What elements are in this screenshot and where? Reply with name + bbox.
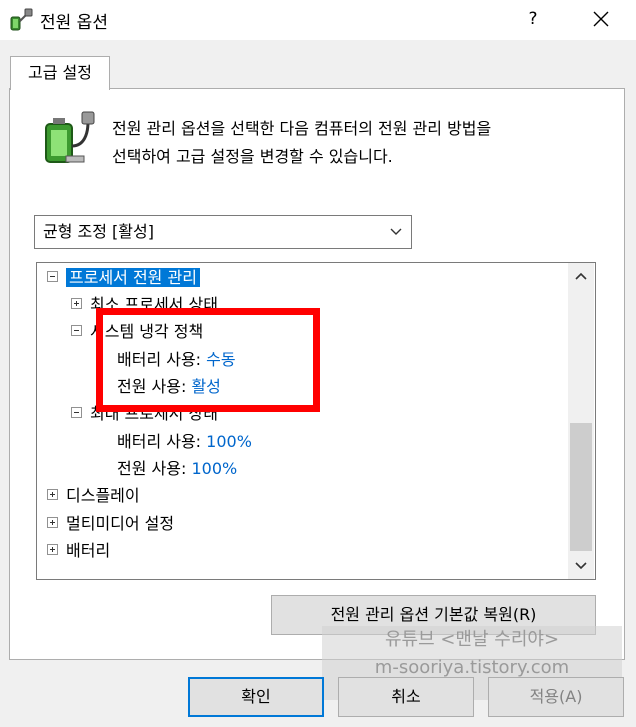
watermark-line-1: 유튜브 <맨날 수리야>	[384, 629, 560, 650]
tree-item-battery[interactable]: 배터리	[47, 538, 110, 564]
tree-item-max-battery[interactable]: 배터리 사용: 100%	[117, 429, 252, 455]
tab-advanced-settings[interactable]: 고급 설정	[10, 56, 110, 90]
expand-icon[interactable]	[47, 544, 58, 555]
tree-item-processor[interactable]: 프로세서 전원 관리	[47, 265, 200, 291]
chevron-down-icon	[390, 228, 402, 235]
description-text: 전원 관리 옵션을 선택한 다음 컴퓨터의 전원 관리 방법을 선택하여 고급 …	[112, 115, 602, 171]
collapse-icon[interactable]	[71, 407, 82, 418]
setting-value[interactable]: 100%	[191, 459, 237, 478]
close-icon[interactable]	[586, 4, 616, 34]
setting-label: 배터리 사용:	[117, 432, 202, 451]
battery-plug-icon	[45, 111, 95, 163]
tree-scrollbar[interactable]	[568, 263, 594, 579]
description-line-2: 선택하여 고급 설정을 변경할 수 있습니다.	[112, 147, 393, 166]
chevron-down-icon[interactable]	[568, 553, 594, 579]
expand-icon[interactable]	[47, 517, 58, 528]
chevron-up-icon[interactable]	[568, 263, 594, 289]
highlight-box	[96, 308, 320, 412]
expand-icon[interactable]	[47, 489, 58, 500]
apply-button[interactable]: 적용(A)	[488, 677, 624, 717]
power-plan-dropdown[interactable]: 균형 조정 [활성]	[34, 215, 412, 249]
setting-value[interactable]: 100%	[206, 432, 252, 451]
tree-item-label: 디스플레이	[66, 486, 140, 505]
power-plan-value: 균형 조정 [활성]	[43, 222, 154, 241]
help-button[interactable]: ?	[518, 4, 548, 34]
tree-item-display[interactable]: 디스플레이	[47, 483, 140, 509]
setting-label: 전원 사용:	[117, 459, 187, 478]
expand-icon[interactable]	[71, 298, 82, 309]
tree-item-label: 멀티미디어 설정	[66, 514, 175, 533]
tree-item-multimedia[interactable]: 멀티미디어 설정	[47, 511, 174, 537]
ok-button[interactable]: 확인	[188, 677, 324, 717]
tree-item-label: 프로세서 전원 관리	[66, 268, 200, 287]
description-line-1: 전원 관리 옵션을 선택한 다음 컴퓨터의 전원 관리 방법을	[112, 119, 492, 138]
tree-item-label: 배터리	[66, 541, 111, 560]
cancel-button[interactable]: 취소	[338, 677, 474, 717]
collapse-icon[interactable]	[71, 325, 82, 336]
title-bar: 전원 옵션 ?	[0, 0, 636, 40]
power-options-app-icon	[10, 8, 33, 31]
window-title: 전원 옵션	[40, 13, 108, 33]
tree-item-max-plugged[interactable]: 전원 사용: 100%	[117, 456, 237, 482]
scrollbar-thumb[interactable]	[570, 423, 592, 551]
collapse-icon[interactable]	[47, 271, 58, 282]
